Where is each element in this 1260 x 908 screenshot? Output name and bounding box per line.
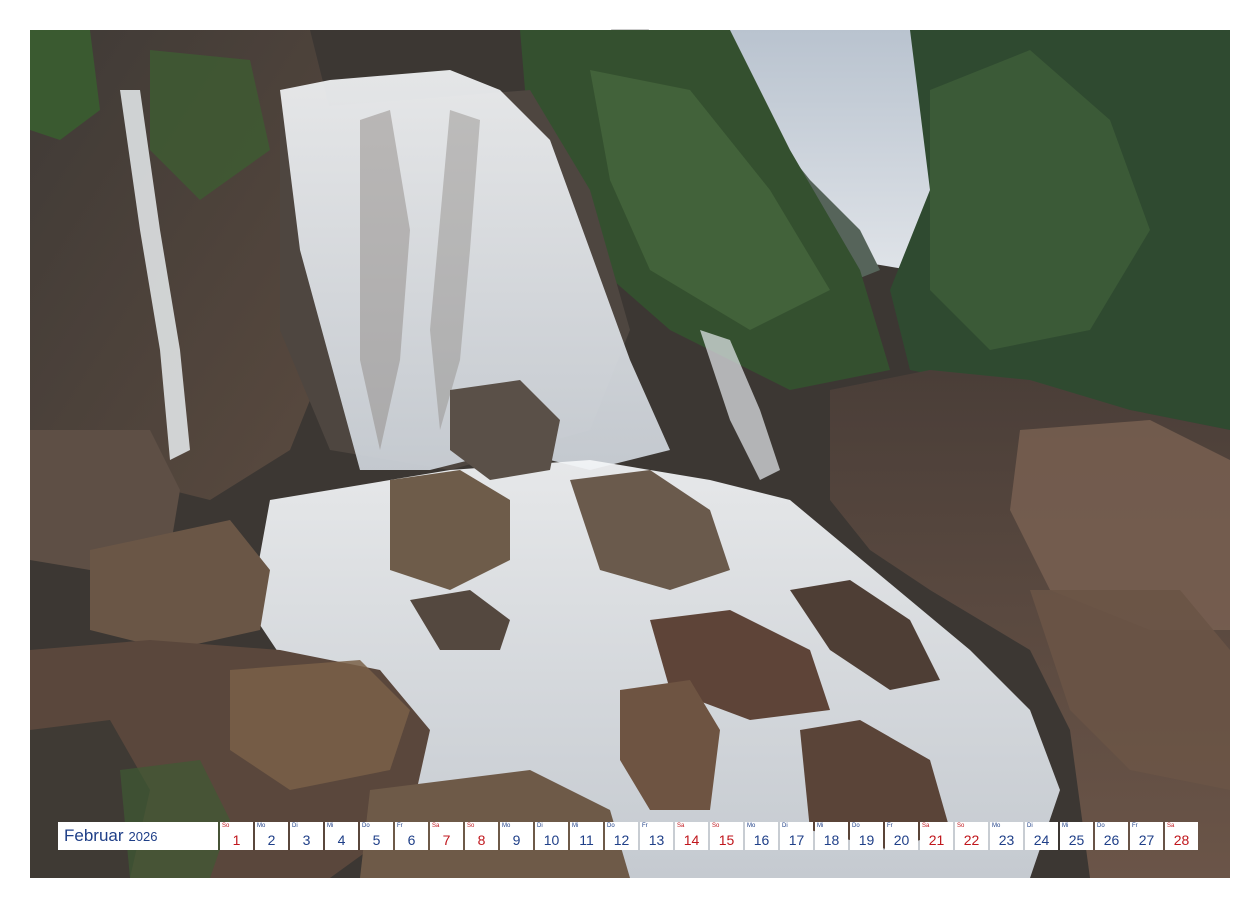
day-number: 11 [579,832,594,848]
day-cell: Sa 21 [920,822,953,850]
day-cell: So 8 [465,822,498,850]
day-number: 2 [267,832,276,848]
day-cell: So 1 [220,822,253,850]
day-weekday: Mi [1062,823,1069,829]
day-cell: Do 19 [850,822,883,850]
day-weekday: Sa [677,823,685,829]
day-number: 20 [893,832,910,848]
day-cell: Sa 28 [1165,822,1198,850]
day-cell: Do 26 [1095,822,1128,850]
day-weekday: So [222,823,230,829]
day-number: 25 [1068,832,1085,848]
day-cell: Mo 23 [990,822,1023,850]
day-cell: Fr 27 [1130,822,1163,850]
day-number: 10 [543,832,560,848]
day-weekday: Sa [432,823,440,829]
waterfall-image [30,30,1230,878]
day-cell: Fr 20 [885,822,918,850]
calendar-strip: Februar 2026 So 1 Mo 2 Di 3 Mi 4 Do 5 Fr 6 Sa 7 So 8 Mo 9… [58,822,1198,850]
day-weekday: So [957,823,965,829]
day-number: 6 [407,832,416,848]
day-cell: Di 10 [535,822,568,850]
day-number: 26 [1103,832,1120,848]
day-number: 1 [232,832,241,848]
day-weekday: Do [362,823,370,829]
day-number: 7 [442,832,451,848]
day-number: 24 [1033,832,1050,848]
day-number: 13 [648,832,665,848]
day-cell: So 22 [955,822,988,850]
month-name: Februar [64,826,124,845]
day-cell: Mo 9 [500,822,533,850]
day-weekday: Fr [642,823,648,829]
day-weekday: Di [1027,823,1033,829]
day-cells: So 1 Mo 2 Di 3 Mi 4 Do 5 Fr 6 Sa 7 So 8 Mo 9 Di 10 Mi 11 Do 12 F… [220,822,1198,850]
day-cell: Fr 13 [640,822,673,850]
day-cell: Do 12 [605,822,638,850]
day-cell: Mo 16 [745,822,778,850]
day-weekday: Mo [747,823,756,829]
day-cell: Do 5 [360,822,393,850]
day-weekday: So [467,823,475,829]
day-number: 15 [718,832,735,848]
day-number: 4 [337,832,346,848]
day-number: 18 [823,832,840,848]
day-number: 27 [1138,832,1155,848]
day-weekday: Mo [502,823,511,829]
day-number: 12 [613,832,630,848]
day-cell: Mi 25 [1060,822,1093,850]
day-weekday: Di [537,823,543,829]
day-weekday: Mi [327,823,334,829]
day-number: 19 [858,832,875,848]
day-number: 8 [477,832,486,848]
month-label: Februar 2026 [58,822,218,850]
day-weekday: Do [852,823,860,829]
day-cell: So 15 [710,822,743,850]
day-number: 17 [788,832,805,848]
day-number: 5 [372,832,381,848]
day-weekday: Do [607,823,615,829]
day-weekday: Fr [887,823,893,829]
day-cell: Sa 14 [675,822,708,850]
day-cell: Mi 18 [815,822,848,850]
day-cell: Sa 7 [430,822,463,850]
day-cell: Fr 6 [395,822,428,850]
day-weekday: Mo [992,823,1001,829]
day-cell: Mi 11 [570,822,603,850]
day-weekday: Mo [257,823,266,829]
day-weekday: Di [292,823,298,829]
day-cell: Di 24 [1025,822,1058,850]
day-weekday: So [712,823,720,829]
day-cell: Mo 2 [255,822,288,850]
day-weekday: Fr [1132,823,1138,829]
day-weekday: Di [782,823,788,829]
day-cell: Mi 4 [325,822,358,850]
day-weekday: Sa [1167,823,1175,829]
day-weekday: Mi [572,823,579,829]
day-number: 16 [753,832,770,848]
day-number: 21 [928,832,945,848]
day-number: 23 [998,832,1015,848]
day-weekday: Mi [817,823,824,829]
day-number: 14 [683,832,700,848]
day-weekday: Fr [397,823,403,829]
day-weekday: Do [1097,823,1105,829]
day-number: 22 [963,832,980,848]
day-weekday: Sa [922,823,930,829]
day-number: 28 [1173,832,1190,848]
day-cell: Di 17 [780,822,813,850]
month-year: 2026 [128,828,158,844]
waterfall-photo [30,30,1230,878]
day-number: 3 [302,832,311,848]
day-cell: Di 3 [290,822,323,850]
day-number: 9 [512,832,521,848]
